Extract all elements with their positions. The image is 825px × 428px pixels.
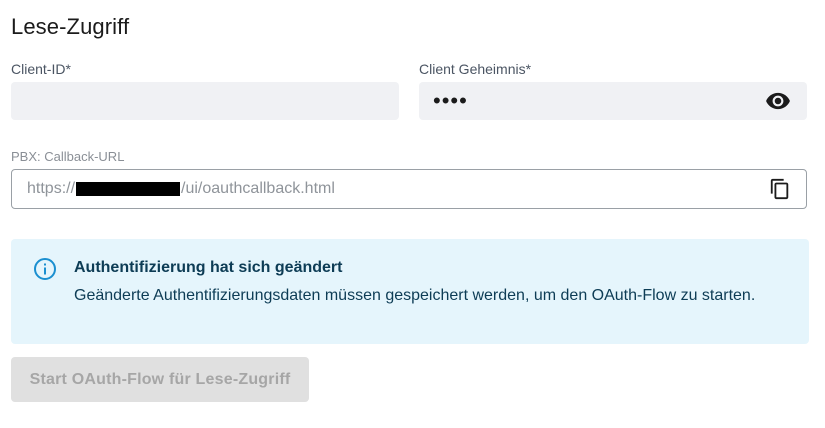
client-id-input[interactable]: [11, 82, 399, 120]
auth-changed-alert: Authentifizierung hat sich geändert Geän…: [11, 239, 809, 344]
callback-url-field[interactable]: https:// /ui/oauthcallback.html: [11, 169, 807, 209]
client-secret-field[interactable]: ••••: [419, 82, 807, 120]
client-id-label: Client-ID*: [11, 61, 71, 77]
info-icon: [34, 258, 56, 280]
client-secret-label: Client Geheimnis*: [419, 61, 532, 77]
show-secret-button[interactable]: [765, 88, 791, 114]
alert-title: Authentifizierung hat sich geändert: [74, 259, 343, 276]
copy-url-button[interactable]: [768, 177, 792, 201]
alert-message: Geänderte Authentifizierungsdaten müssen…: [74, 287, 756, 304]
callback-url-suffix: /ui/oauthcallback.html: [181, 180, 335, 197]
client-secret-value[interactable]: ••••: [433, 90, 468, 112]
callback-url-label: PBX: Callback-URL: [11, 149, 125, 164]
start-oauth-flow-button[interactable]: Start OAuth-Flow für Lese-Zugriff: [11, 357, 309, 402]
callback-url-value[interactable]: https:// /ui/oauthcallback.html: [27, 180, 335, 198]
eye-icon[interactable]: [765, 88, 791, 114]
redacted-hostname: [76, 182, 181, 196]
client-id-field[interactable]: [11, 82, 399, 120]
copy-icon[interactable]: [769, 178, 791, 200]
callback-url-prefix: https://: [27, 180, 76, 197]
section-title: Lese-Zugriff: [11, 14, 130, 39]
